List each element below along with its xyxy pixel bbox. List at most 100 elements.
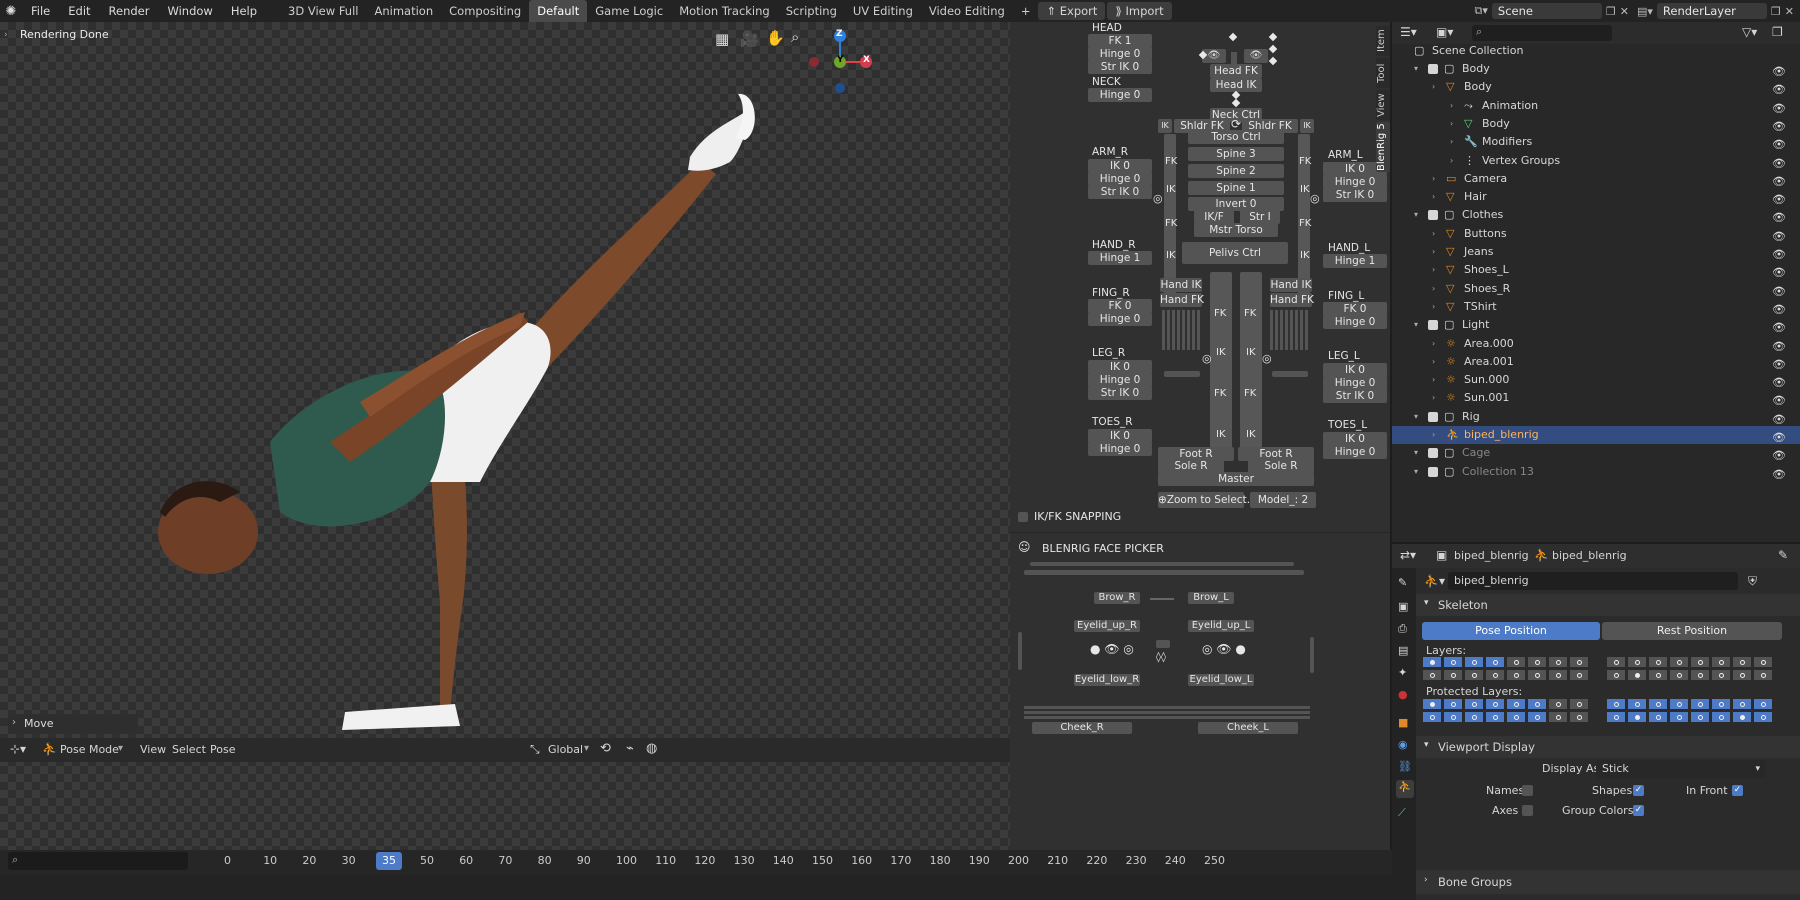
toes-l-ik-slider[interactable]: IK 0 bbox=[1323, 432, 1387, 446]
bone-layer-toggle[interactable] bbox=[1506, 656, 1526, 668]
menu-view[interactable]: View bbox=[140, 743, 166, 756]
tab-uv-editing[interactable]: UV Editing bbox=[845, 0, 921, 22]
collection-checkbox[interactable] bbox=[1428, 64, 1438, 74]
bone-groups-panel-header[interactable]: › Bone Groups bbox=[1416, 870, 1800, 894]
outliner-row[interactable]: ▾ ▢ Clothes 👁 bbox=[1392, 206, 1800, 224]
bone-layer-toggle[interactable] bbox=[1548, 656, 1568, 668]
outliner-search-input[interactable]: ⌕ bbox=[1472, 25, 1612, 41]
scene-field[interactable]: Scene bbox=[1491, 3, 1602, 19]
shoulder-l-ik-button[interactable]: IK bbox=[1300, 119, 1314, 133]
chevron-right-icon[interactable]: › bbox=[1432, 188, 1435, 206]
sole-r-button[interactable]: Sole R bbox=[1158, 459, 1224, 473]
bone-layer-toggle[interactable] bbox=[1422, 698, 1442, 710]
bone-layer-toggle[interactable] bbox=[1485, 669, 1505, 681]
armature-data-tab-icon[interactable]: ⛹ bbox=[1396, 780, 1414, 798]
chevron-right-icon[interactable]: › bbox=[1432, 243, 1435, 261]
fing-r-fk-slider[interactable]: FK 0 bbox=[1088, 299, 1152, 313]
tab-view[interactable]: View bbox=[1376, 90, 1390, 120]
render-layer-field[interactable]: RenderLayer bbox=[1656, 3, 1767, 19]
chevron-down-icon[interactable]: ▾ bbox=[118, 743, 123, 754]
leg-r-hinge-slider[interactable]: Hinge 0 bbox=[1088, 373, 1152, 387]
bone-layer-toggle[interactable] bbox=[1506, 698, 1526, 710]
arm-r-ik-upper[interactable]: IK bbox=[1166, 184, 1176, 195]
bone-layer-toggle[interactable] bbox=[1464, 656, 1484, 668]
render-layer-icon[interactable]: ▤▾ bbox=[1637, 5, 1653, 18]
menu-render[interactable]: Render bbox=[100, 0, 159, 22]
bone-layer-toggle[interactable] bbox=[1527, 698, 1547, 710]
outliner-row[interactable]: › ▽ Shoes_R 👁 bbox=[1392, 280, 1800, 298]
chevron-right-icon[interactable]: › bbox=[1432, 78, 1435, 96]
tab-item[interactable]: Item bbox=[1376, 26, 1390, 56]
render-layer-close-icon[interactable]: ✕ bbox=[1785, 5, 1794, 18]
eye-l-target-icon[interactable]: ◎ 👁 ● bbox=[1202, 642, 1246, 656]
chevron-down-icon[interactable]: ▾ bbox=[1414, 60, 1418, 78]
collection-checkbox[interactable] bbox=[1428, 210, 1438, 221]
sole-l-button[interactable]: Sole R bbox=[1248, 459, 1314, 473]
chevron-right-icon[interactable]: › bbox=[1432, 389, 1435, 407]
spine-1-button[interactable]: Spine 1 bbox=[1188, 181, 1284, 195]
chevron-down-icon[interactable]: ▾ bbox=[1414, 444, 1418, 462]
outliner-row[interactable]: › ▭ Camera 👁 bbox=[1392, 170, 1800, 188]
pin-icon[interactable]: ✎ bbox=[1778, 548, 1788, 562]
fing-r-hinge-slider[interactable]: Hinge 0 bbox=[1088, 312, 1152, 326]
bone-layer-toggle[interactable] bbox=[1548, 711, 1568, 723]
blender-logo-icon[interactable]: ✺ bbox=[0, 4, 22, 19]
eye-l-icon[interactable]: 👁 bbox=[1244, 49, 1268, 63]
chevron-down-icon[interactable]: ▾ bbox=[1414, 463, 1418, 481]
bone-layer-toggle[interactable] bbox=[1464, 698, 1484, 710]
pose-position-button[interactable]: Pose Position bbox=[1422, 622, 1600, 640]
arm-l-ik-lower[interactable]: IK bbox=[1300, 250, 1310, 261]
arm-r-strik-slider[interactable]: Str IK 0 bbox=[1088, 185, 1152, 199]
outliner-row[interactable]: › ☼ Area.000 👁 bbox=[1392, 335, 1800, 353]
bone-layer-toggle[interactable] bbox=[1569, 656, 1589, 668]
in-front-checkbox[interactable]: ✓ bbox=[1732, 785, 1743, 796]
chevron-right-icon[interactable]: › bbox=[1432, 353, 1435, 371]
ikfk-snapping-checkbox[interactable] bbox=[1018, 512, 1028, 522]
bone-layer-toggle[interactable] bbox=[1648, 711, 1668, 723]
menu-select[interactable]: Select bbox=[172, 743, 206, 756]
bone-layer-toggle[interactable] bbox=[1669, 711, 1689, 723]
scene-icon[interactable]: ⧉▾ bbox=[1475, 4, 1488, 18]
bone-layer-toggle[interactable] bbox=[1527, 711, 1547, 723]
chevron-right-icon[interactable]: › bbox=[1432, 280, 1435, 298]
face-bars-lower[interactable] bbox=[1024, 706, 1310, 720]
leg-l-strik-slider[interactable]: Str IK 0 bbox=[1323, 389, 1387, 403]
leg-l-ik-upper[interactable]: IK bbox=[1246, 347, 1256, 358]
brow-l-button[interactable]: Brow_L bbox=[1188, 592, 1234, 604]
bone-layer-toggle[interactable] bbox=[1627, 656, 1647, 668]
rest-position-button[interactable]: Rest Position bbox=[1602, 622, 1782, 640]
arm-l-fk-upper[interactable]: FK bbox=[1299, 156, 1311, 167]
bone-layer-toggle[interactable] bbox=[1627, 711, 1647, 723]
bone-layer-toggle[interactable] bbox=[1548, 698, 1568, 710]
master-button[interactable]: Master bbox=[1158, 472, 1314, 486]
nose-control[interactable] bbox=[1156, 640, 1170, 648]
ik-fk-slider[interactable]: IK/F bbox=[1194, 210, 1234, 224]
bone-layer-toggle[interactable] bbox=[1648, 669, 1668, 681]
tab-game-logic[interactable]: Game Logic bbox=[587, 0, 671, 22]
outliner-editor-icon[interactable]: ☰▾ bbox=[1400, 25, 1417, 39]
new-collection-icon[interactable]: ❐ bbox=[1772, 25, 1783, 39]
viewport-display-panel-header[interactable]: ▾ Viewport Display bbox=[1416, 736, 1800, 758]
scene-close-icon[interactable]: ✕ bbox=[1620, 5, 1629, 18]
bone-layer-toggle[interactable] bbox=[1711, 669, 1731, 681]
tab-default[interactable]: Default bbox=[529, 0, 588, 22]
outliner-row[interactable]: › ▽ Body 👁 bbox=[1392, 115, 1800, 133]
scene-tab-icon[interactable]: ✦ bbox=[1398, 666, 1407, 679]
arm-r-hinge-slider[interactable]: Hinge 0 bbox=[1088, 172, 1152, 186]
bone-layer-toggle[interactable] bbox=[1711, 711, 1731, 723]
chevron-right-icon[interactable]: › bbox=[1432, 335, 1435, 353]
eyelid-up-l-button[interactable]: Eyelid_up_L bbox=[1188, 620, 1254, 632]
face-picker-icon[interactable]: ☺ bbox=[1018, 540, 1031, 554]
leg-r-chain[interactable] bbox=[1210, 272, 1232, 448]
armature-data-icon[interactable]: ⛹▾ bbox=[1424, 574, 1445, 588]
fing-l-fk-slider[interactable]: FK 0 bbox=[1323, 302, 1387, 316]
snap-icon[interactable]: ⌁ bbox=[626, 741, 634, 756]
outliner-row[interactable]: › ▽ Buttons 👁 bbox=[1392, 225, 1800, 243]
outliner-row[interactable]: ▾ ▢ Collection 13 👁 bbox=[1392, 463, 1800, 481]
leg-r-ik-slider[interactable]: IK 0 bbox=[1088, 360, 1152, 374]
outliner-row[interactable]: › ☼ Sun.000 👁 bbox=[1392, 371, 1800, 389]
knee-r-icon[interactable]: ◎ bbox=[1202, 352, 1212, 365]
chevron-down-icon[interactable]: ▾ bbox=[1414, 316, 1418, 334]
bone-layer-toggle[interactable] bbox=[1690, 669, 1710, 681]
tab-compositing[interactable]: Compositing bbox=[441, 0, 529, 22]
